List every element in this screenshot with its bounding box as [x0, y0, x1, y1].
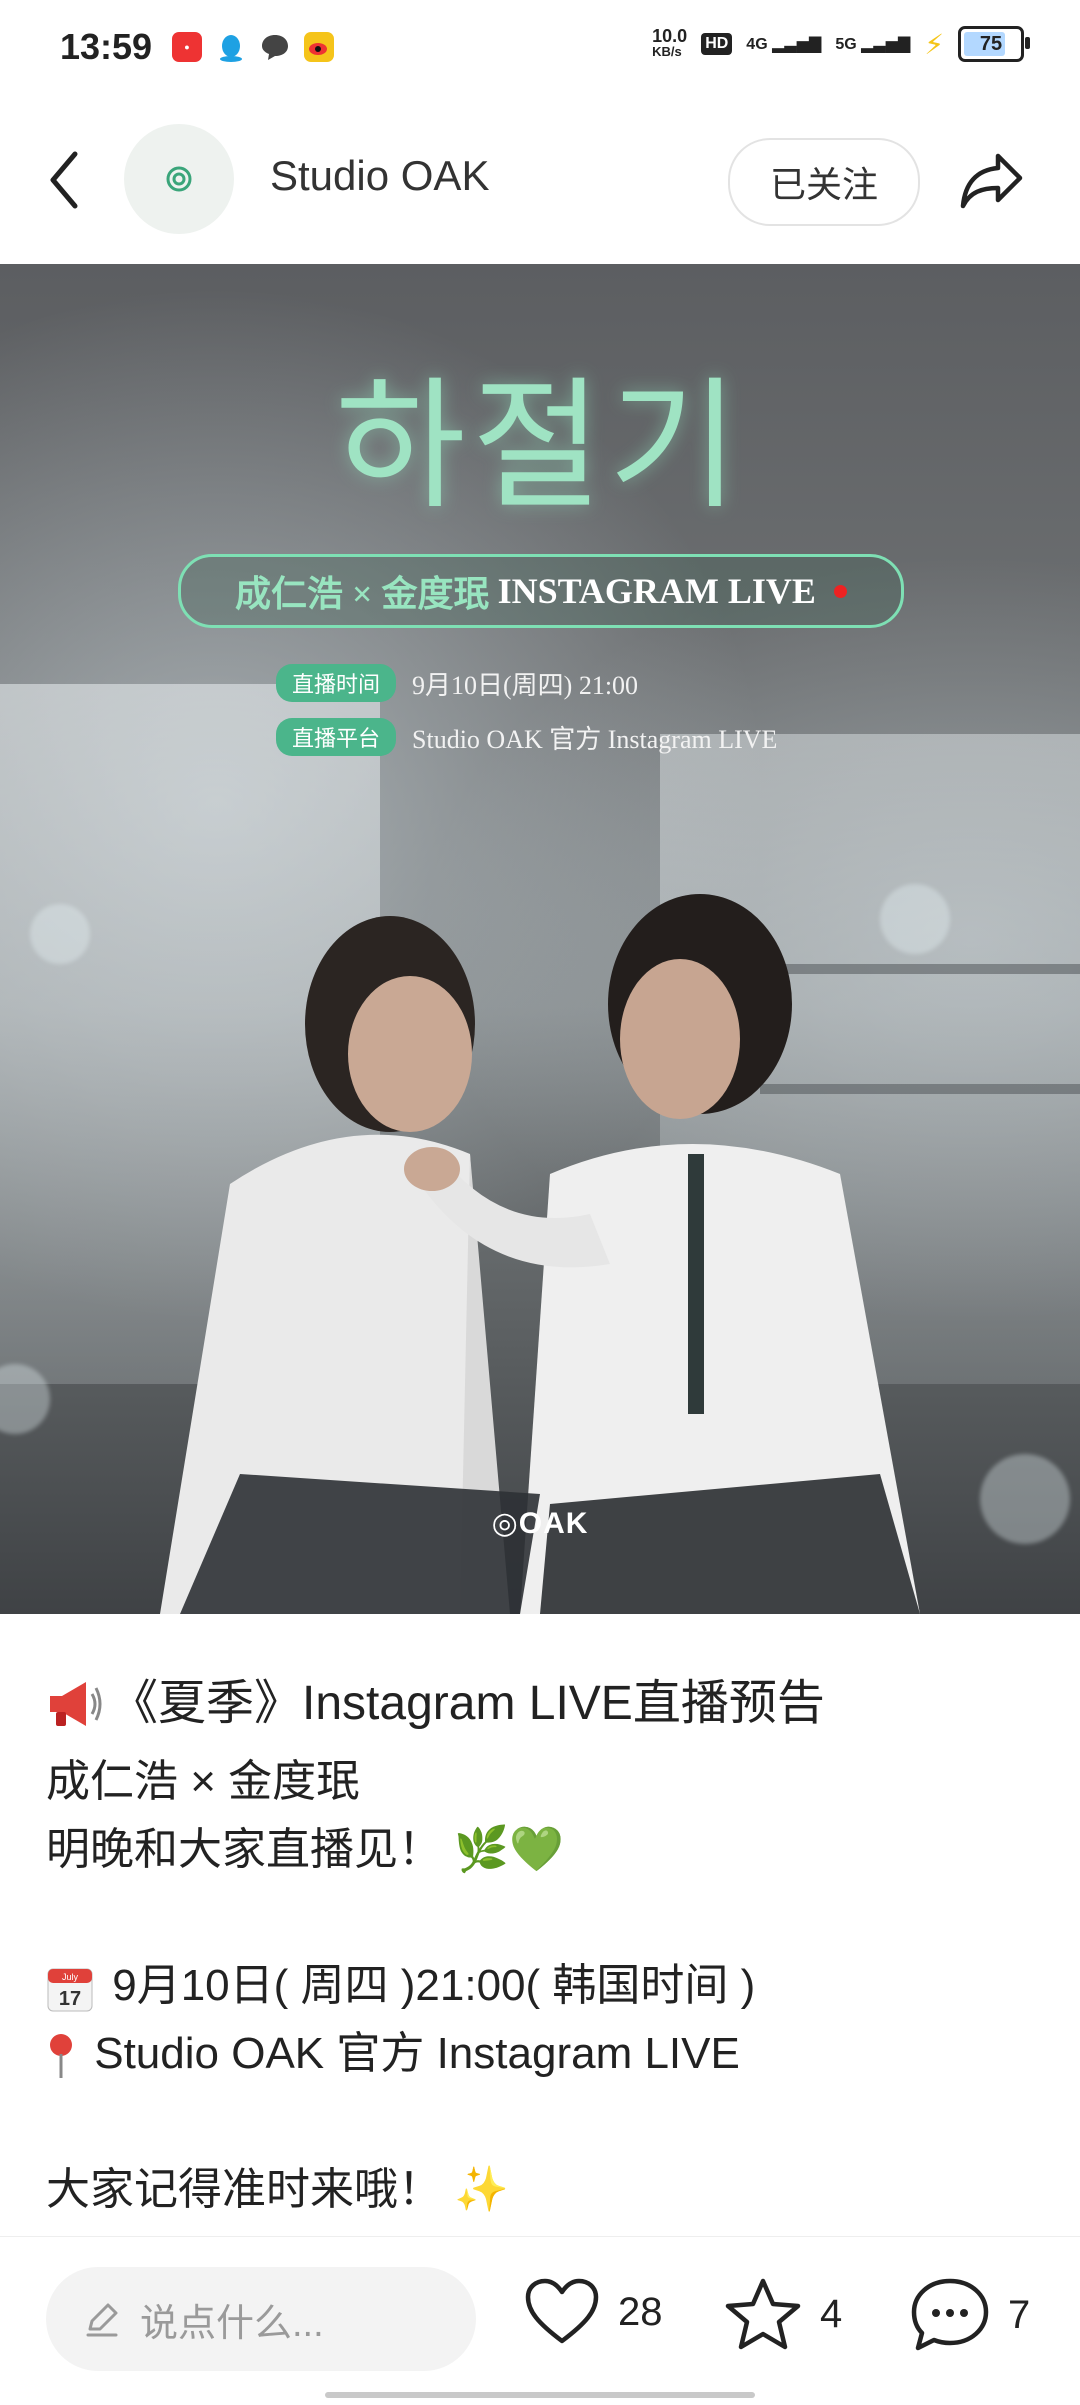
network-speed: 10.0 KB/s — [652, 26, 688, 59]
weibo-icon — [304, 32, 334, 62]
xiaohongshu-icon: ● — [172, 32, 202, 62]
post-image[interactable]: 하절기 成仁浩 × 金度珉 INSTAGRAM LIVE 直播时间 9月10日(… — [0, 264, 1080, 1614]
speech-bubble-icon — [911, 2278, 989, 2351]
share-button[interactable] — [956, 144, 1028, 216]
like-button[interactable]: 28 — [524, 2277, 663, 2347]
post-line-date: July 17 9月10日( 周四 )21:00( 韩国时间 ) — [46, 1952, 1036, 2020]
herb-icon: 🌿 — [454, 1825, 510, 1874]
signal-5g-icon: 5G ▂▃▅▇ — [835, 36, 911, 53]
avatar[interactable] — [124, 124, 234, 234]
share-icon — [960, 153, 1023, 209]
poster-time-row: 直播时间 9月10日(周四) 21:00 — [276, 664, 638, 702]
live-banner: 成仁浩 × 金度珉 INSTAGRAM LIVE — [178, 554, 904, 628]
heart-icon — [525, 2278, 599, 2344]
oak-logo-icon — [166, 166, 192, 192]
comment-count: 7 — [1008, 2292, 1031, 2337]
home-indicator[interactable] — [325, 2392, 755, 2398]
battery-icon: 75 — [958, 26, 1030, 62]
green-heart-icon: 💚 — [509, 1825, 564, 1874]
time-tag: 直播时间 — [276, 664, 397, 702]
post-title: 《夏季》Instagram LIVE直播预告 — [46, 1670, 1036, 1738]
live-cast-names: 成仁浩 × 金度珉 — [235, 574, 490, 614]
platform-value: Studio OAK 官方 Instagram LIVE — [412, 724, 778, 754]
comment-input[interactable]: 说点什么... — [46, 2267, 476, 2371]
calendar-icon: July 17 — [47, 1968, 93, 2012]
post-line-cast: 成仁浩 × 金度珉 — [46, 1757, 361, 1806]
status-system-icons: 10.0 KB/s HD 4G ▂▃▅▇ 5G ▂▃▅▇ ⚡ 75 — [652, 26, 1030, 62]
status-bar: 13:59 ● 10.0 KB/s HD 4G ▂▃▅▇ 5G ▂▃▅▇ ⚡ 7… — [0, 0, 1080, 96]
oak-swirl-icon: ◎ — [491, 1507, 519, 1540]
svg-text:17: 17 — [59, 1988, 81, 2010]
star-icon — [725, 2278, 801, 2350]
post-header: Studio OAK 已关注 — [0, 96, 1080, 264]
follow-button[interactable]: 已关注 — [728, 138, 920, 226]
platform-tag: 直播平台 — [276, 718, 397, 756]
favorite-button[interactable]: 4 — [724, 2277, 842, 2351]
post-line-reminder: 大家记得准时来哦！ ✨ — [46, 2165, 510, 2214]
back-arrow-icon — [50, 151, 78, 209]
message-icon — [260, 32, 290, 62]
pin-icon — [50, 2034, 72, 2079]
bottom-action-bar: 说点什么... 28 4 7 — [0, 2236, 1080, 2405]
time-value: 9月10日(周四) 21:00 — [412, 670, 639, 700]
live-label: INSTAGRAM LIVE — [497, 571, 816, 611]
signal-4g-icon: 4G ▂▃▅▇ — [746, 36, 822, 53]
favorite-count: 4 — [820, 2291, 843, 2336]
megaphone-icon — [50, 1682, 102, 1726]
charging-icon: ⚡ — [924, 28, 944, 60]
actors-photo — [160, 894, 920, 1614]
poster-platform-row: 直播平台 Studio OAK 官方 Instagram LIVE — [276, 718, 777, 756]
svg-text:July: July — [62, 1972, 79, 1982]
sparkles-icon: ✨ — [454, 2165, 510, 2214]
pencil-icon — [86, 2303, 118, 2337]
qq-icon — [216, 32, 246, 62]
poster-oak-logo: ◎OAK — [491, 1507, 589, 1540]
comment-button[interactable]: 7 — [910, 2277, 1030, 2353]
like-count: 28 — [618, 2289, 663, 2334]
comment-placeholder: 说点什么... — [140, 2302, 324, 2345]
post-body: 《夏季》Instagram LIVE直播预告 成仁浩 × 金度珉 明晚和大家直播… — [46, 1670, 1036, 2224]
post-line-platform: Studio OAK 官方 Instagram LIVE — [46, 2020, 1036, 2088]
post-line-invite: 明晚和大家直播见！ 🌿💚 — [46, 1825, 564, 1874]
back-button[interactable] — [36, 144, 92, 216]
status-time: 13:59 — [60, 26, 153, 67]
live-dot-icon — [833, 584, 847, 598]
poster-korean-title: 하절기 — [335, 364, 745, 529]
status-notification-icons: ● — [172, 32, 334, 62]
account-name[interactable]: Studio OAK — [270, 152, 489, 200]
hd-voice-icon: HD — [701, 33, 733, 55]
